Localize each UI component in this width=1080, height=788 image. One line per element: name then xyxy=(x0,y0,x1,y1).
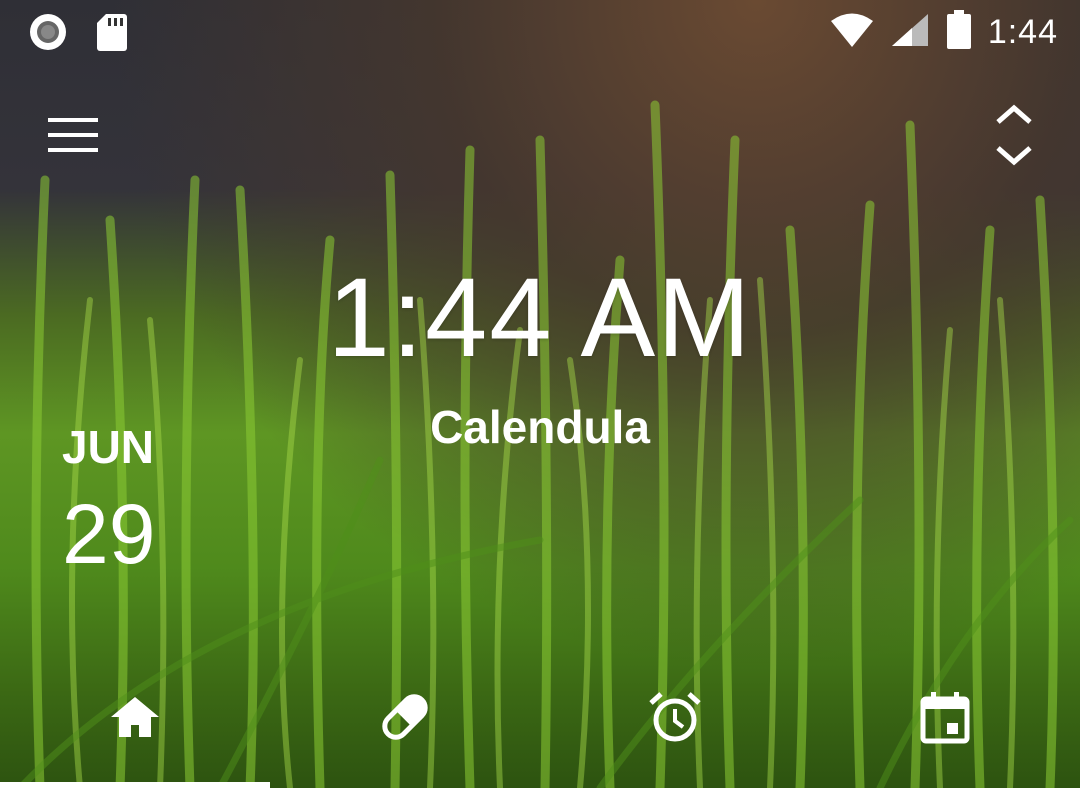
app-name: Calendula xyxy=(430,401,650,453)
pill-icon xyxy=(377,689,433,749)
battery-icon xyxy=(946,10,972,54)
date-month: JUN xyxy=(62,421,155,473)
nav-calendar[interactable] xyxy=(810,668,1080,788)
expand-collapse-button[interactable] xyxy=(988,100,1040,170)
current-time: 1:44 AM xyxy=(327,255,753,380)
menu-button[interactable] xyxy=(40,108,104,164)
home-icon xyxy=(107,693,163,745)
bottom-navigation xyxy=(0,668,1080,788)
status-bar: 1:44 xyxy=(0,0,1080,66)
wifi-icon xyxy=(830,12,874,52)
record-icon xyxy=(28,12,68,56)
nav-medicines[interactable] xyxy=(270,668,540,788)
nav-home[interactable] xyxy=(0,668,270,788)
status-time: 1:44 xyxy=(987,12,1058,51)
selected-tab-indicator xyxy=(0,782,270,788)
alarm-clock-icon xyxy=(647,689,703,749)
nav-alarms[interactable] xyxy=(540,668,810,788)
date-display: JUN 29 xyxy=(62,420,155,583)
date-day: 29 xyxy=(62,487,156,581)
expand-collapse-icon xyxy=(988,104,1040,174)
hamburger-menu-icon xyxy=(40,118,104,168)
sd-card-icon xyxy=(96,12,128,56)
cell-signal-icon xyxy=(890,12,930,52)
calendar-icon xyxy=(917,689,973,749)
